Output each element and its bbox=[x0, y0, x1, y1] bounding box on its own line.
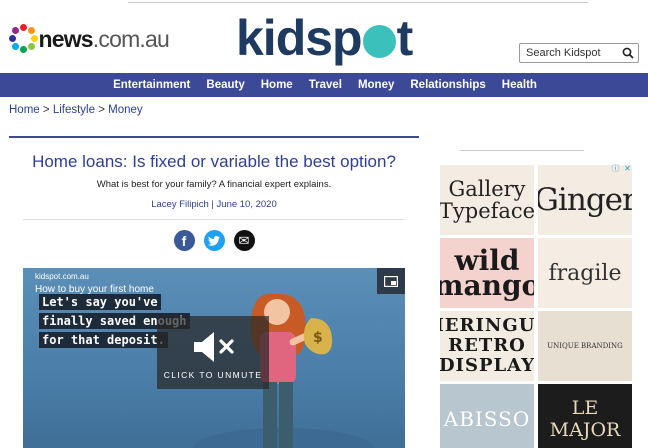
search-input[interactable]: Search Kidspot bbox=[519, 43, 639, 63]
main-nav: Entertainment Beauty Home Travel Money R… bbox=[0, 73, 648, 97]
news-com-au-logo[interactable]: news.com.au bbox=[9, 24, 170, 54]
ad-close-icon[interactable]: ✕ bbox=[623, 164, 632, 173]
ad-tile[interactable]: Gallery Typeface bbox=[440, 165, 534, 235]
twitter-icon[interactable] bbox=[203, 230, 225, 251]
breadcrumb-home[interactable]: Home bbox=[9, 104, 40, 116]
search-placeholder: Search Kidspot bbox=[526, 47, 601, 59]
news-dots-icon bbox=[9, 24, 38, 54]
breadcrumb-money[interactable]: Money bbox=[108, 104, 143, 116]
email-icon[interactable]: ✉ bbox=[233, 230, 255, 251]
ad-tile[interactable]: wild mango bbox=[440, 238, 534, 308]
nav-item-health[interactable]: Health bbox=[502, 79, 537, 91]
nav-item-travel[interactable]: Travel bbox=[309, 79, 342, 91]
article-subtitle: What is best for your family? A financia… bbox=[96, 179, 332, 190]
ad-tile[interactable]: MERINGUE RETRO DISPLAY bbox=[440, 311, 534, 381]
breadcrumb-separator: > bbox=[42, 104, 50, 116]
nav-item-entertainment[interactable]: Entertainment bbox=[113, 79, 190, 91]
news-logo-text: news.com.au bbox=[38, 25, 169, 52]
unmute-button[interactable]: CLICK TO UNMUTE bbox=[157, 316, 269, 389]
video-caption-line: for that deposit. bbox=[39, 332, 168, 348]
ad-info-icon[interactable]: ⓘ bbox=[611, 164, 620, 173]
breadcrumb: Home > Lifestyle > Money bbox=[9, 104, 143, 116]
video-cast-icon[interactable] bbox=[377, 268, 405, 294]
nav-item-beauty[interactable]: Beauty bbox=[206, 79, 244, 91]
svg-text:$: $ bbox=[313, 330, 323, 346]
search-icon[interactable] bbox=[622, 47, 634, 59]
ad-tile-grid: Gallery Typeface Ginger wild mango fragi… bbox=[440, 165, 632, 448]
speaker-muted-icon bbox=[194, 332, 234, 362]
facebook-icon[interactable]: f bbox=[173, 230, 195, 251]
nav-item-relationships[interactable]: Relationships bbox=[410, 79, 485, 91]
ad-controls: ⓘ ✕ bbox=[611, 164, 632, 173]
sidebar-divider bbox=[460, 150, 584, 151]
kidspot-logo-dot bbox=[362, 25, 396, 58]
share-buttons: f ✉ bbox=[9, 230, 419, 251]
masthead: news.com.au kidsp t Search Kidspot bbox=[0, 0, 648, 72]
video-source: kidspot.com.au bbox=[35, 272, 89, 281]
unmute-label: CLICK TO UNMUTE bbox=[163, 370, 263, 380]
ad-tile[interactable]: UNIQUE BRANDING bbox=[538, 311, 632, 381]
article-title: Home loans: Is fixed or variable the bes… bbox=[32, 152, 396, 171]
advertisement[interactable]: Gallery Typeface Ginger wild mango fragi… bbox=[440, 164, 632, 448]
kidspot-logo[interactable]: kidsp t bbox=[236, 10, 413, 66]
breadcrumb-separator: > bbox=[98, 104, 105, 116]
ad-tile[interactable]: LE MAJOR bbox=[538, 384, 632, 448]
ad-tile[interactable]: fragile bbox=[538, 238, 632, 308]
ad-tile[interactable]: Ginger bbox=[538, 165, 632, 235]
nav-item-money[interactable]: Money bbox=[358, 79, 394, 91]
article: Home loans: Is fixed or variable the bes… bbox=[9, 136, 419, 448]
article-divider bbox=[23, 219, 405, 220]
ad-tile[interactable]: ABISSO bbox=[440, 384, 534, 448]
article-byline[interactable]: Lacey Filipich | June 10, 2020 bbox=[9, 199, 419, 210]
breadcrumb-lifestyle[interactable]: Lifestyle bbox=[53, 104, 95, 116]
video-player[interactable]: $ kidspot.com.au How to buy your first h… bbox=[23, 268, 405, 448]
video-caption-line: Let's say you've bbox=[39, 294, 161, 310]
nav-item-home[interactable]: Home bbox=[261, 79, 293, 91]
